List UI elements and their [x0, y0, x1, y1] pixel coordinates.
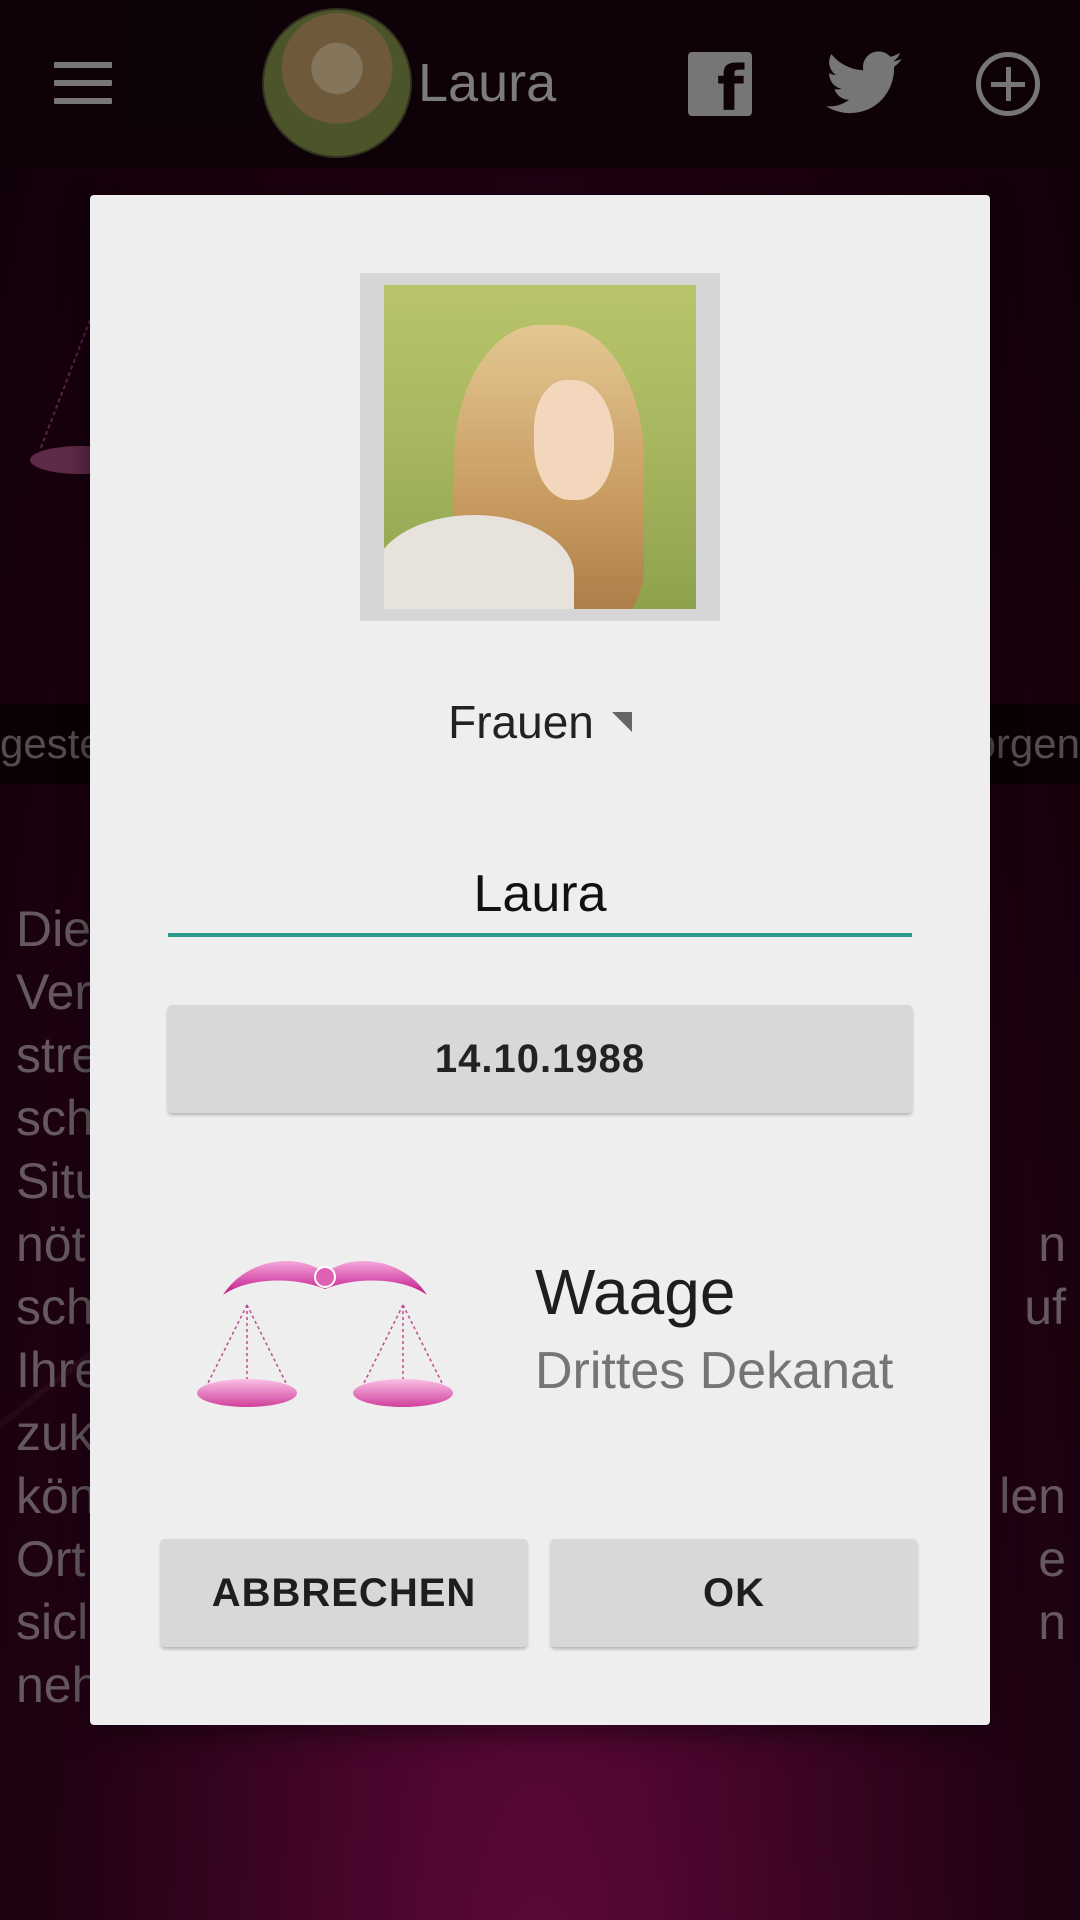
profile-photo[interactable] [384, 285, 696, 609]
zodiac-decan-label: Drittes Dekanat [535, 1342, 894, 1400]
profile-photo-frame[interactable] [360, 273, 720, 621]
edit-profile-dialog: Frauen 14.10.1988 Waage Drittes Dekanat … [90, 195, 990, 1725]
birthdate-button[interactable]: 14.10.1988 [168, 1005, 912, 1113]
zodiac-sign-name: Waage [535, 1256, 736, 1328]
gender-spinner[interactable]: Frauen [90, 695, 990, 749]
ok-button[interactable]: OK [551, 1539, 917, 1647]
name-input[interactable] [168, 855, 912, 937]
cancel-button[interactable]: ABBRECHEN [161, 1539, 527, 1647]
gender-spinner-value: Frauen [448, 696, 594, 748]
dropdown-arrow-icon [611, 712, 632, 732]
libra-scale-icon [197, 1261, 453, 1407]
